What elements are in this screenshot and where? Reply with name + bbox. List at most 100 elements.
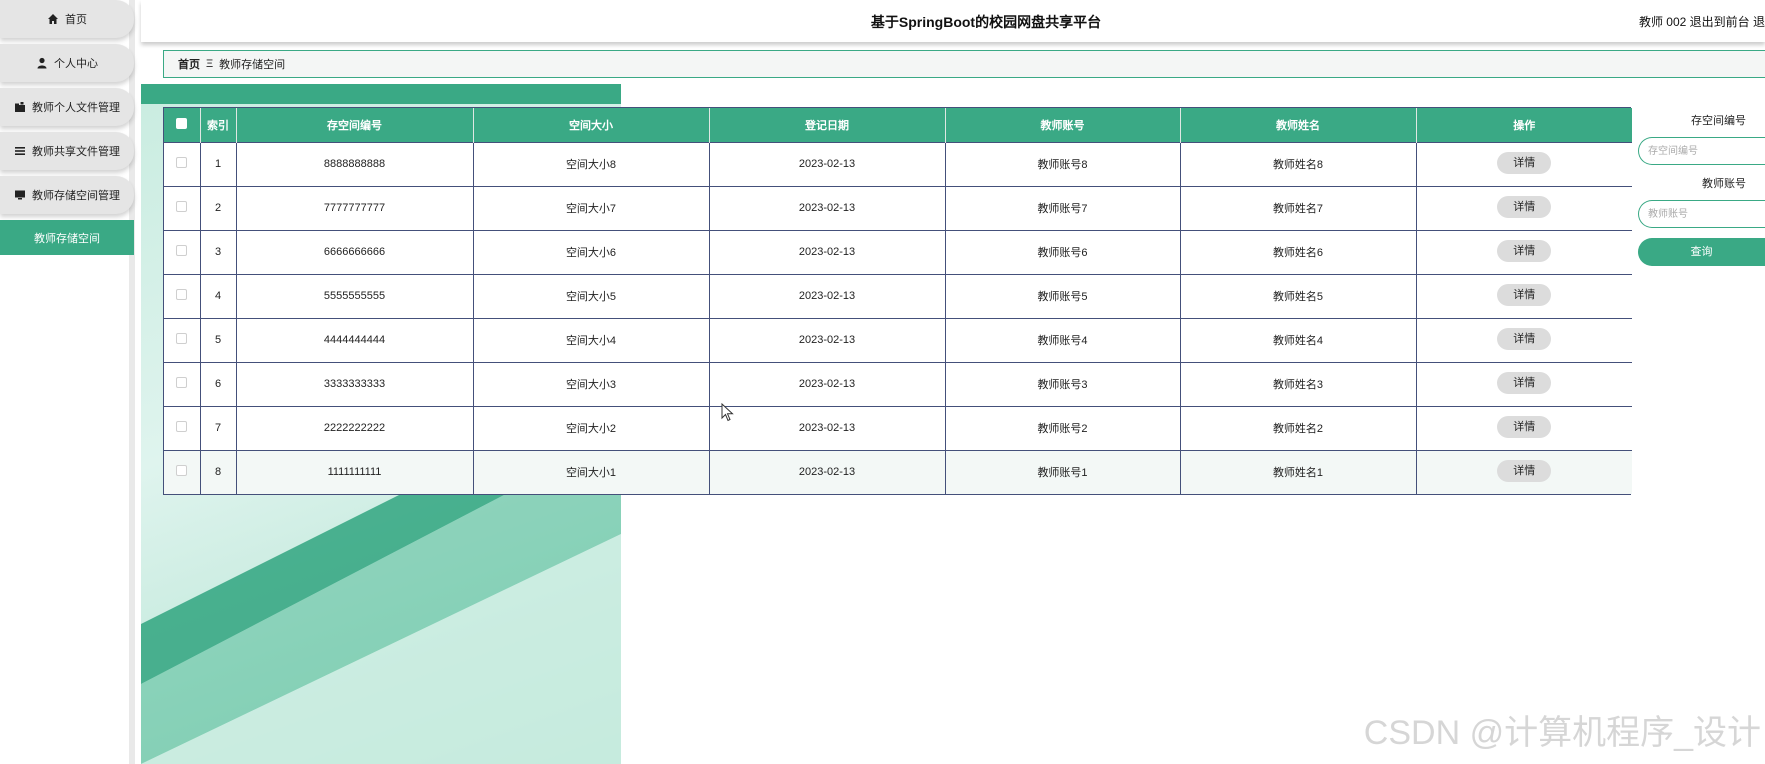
folder-icon — [15, 102, 25, 112]
cell-size: 空间大小8 — [473, 141, 710, 186]
sidebar-item-label: 教师存储空间 — [34, 232, 100, 245]
sidebar-item-label: 个人中心 — [54, 58, 98, 70]
detail-button[interactable]: 详情 — [1497, 415, 1552, 438]
cell-account: 教师账号4 — [945, 317, 1181, 362]
storage-table: 索引 存空间编号 空间大小 登记日期 教师账号 教师姓名 操作 1 888888… — [163, 107, 1632, 495]
cell-date: 2023-02-13 — [709, 361, 946, 406]
cell-index: 6 — [200, 361, 237, 406]
cell-action: 详情 — [1416, 185, 1632, 230]
row-checkbox-cell[interactable] — [164, 273, 201, 318]
header-user-links[interactable]: 教师 002 退出到前台 退 — [1639, 13, 1765, 30]
breadcrumb-separator-icon: Ξ — [206, 58, 214, 70]
account-search-input[interactable] — [1638, 200, 1765, 228]
row-checkbox-cell[interactable] — [164, 449, 201, 494]
row-checkbox[interactable] — [176, 333, 188, 344]
table-row: 2 7777777777 空间大小7 2023-02-13 教师账号7 教师姓名… — [164, 185, 1632, 230]
cell-date: 2023-02-13 — [709, 405, 946, 450]
table-row: 1 8888888888 空间大小8 2023-02-13 教师账号8 教师姓名… — [164, 141, 1632, 186]
cell-name: 教师姓名7 — [1180, 185, 1417, 230]
row-checkbox[interactable] — [176, 421, 188, 432]
cell-code: 5555555555 — [236, 273, 474, 318]
row-checkbox-cell[interactable] — [164, 229, 201, 274]
cell-index: 1 — [200, 141, 237, 186]
table-row: 6 3333333333 空间大小3 2023-02-13 教师账号3 教师姓名… — [164, 361, 1632, 406]
sidebar-item-label: 教师共享文件管理 — [32, 146, 120, 158]
detail-button[interactable]: 详情 — [1497, 283, 1552, 306]
row-checkbox-cell[interactable] — [164, 185, 201, 230]
cell-code: 6666666666 — [236, 229, 474, 274]
row-checkbox-cell[interactable] — [164, 361, 201, 406]
breadcrumb-home[interactable]: 首页 — [178, 56, 200, 72]
sidebar-item-label: 教师存储空间管理 — [32, 190, 120, 202]
cell-size: 空间大小4 — [473, 317, 710, 362]
row-checkbox[interactable] — [176, 289, 188, 300]
code-search-label: 存空间编号 — [1691, 115, 1746, 127]
monitor-icon — [15, 190, 25, 200]
cell-code: 1111111111 — [236, 449, 474, 494]
account-search-label: 教师账号 — [1702, 178, 1746, 190]
cell-size: 空间大小1 — [473, 449, 710, 494]
column-header-account: 教师账号 — [945, 108, 1181, 142]
cell-action: 详情 — [1416, 229, 1632, 274]
cell-code: 8888888888 — [236, 141, 474, 186]
sidebar: 首页 个人中心 教师个人文件管理 教师共享文件管理 教师存储空间管理 教师存储空… — [0, 0, 135, 764]
cell-account: 教师账号3 — [945, 361, 1181, 406]
detail-button[interactable]: 详情 — [1497, 195, 1552, 218]
row-checkbox[interactable] — [176, 377, 188, 388]
sidebar-item-personal-center[interactable]: 个人中心 — [0, 44, 134, 82]
column-header-size: 空间大小 — [473, 108, 710, 142]
list-icon — [15, 147, 25, 155]
row-checkbox[interactable] — [176, 245, 188, 256]
mouse-cursor-icon — [721, 403, 734, 422]
row-checkbox[interactable] — [176, 465, 188, 477]
detail-button[interactable]: 详情 — [1497, 459, 1552, 482]
row-checkbox-cell[interactable] — [164, 405, 201, 450]
cell-name: 教师姓名5 — [1180, 273, 1417, 318]
sidebar-item-shared-files[interactable]: 教师共享文件管理 — [0, 132, 134, 170]
code-search-input[interactable] — [1638, 137, 1765, 165]
row-checkbox[interactable] — [176, 157, 188, 168]
cell-date: 2023-02-13 — [709, 229, 946, 274]
search-button[interactable]: 查询 — [1638, 238, 1765, 266]
detail-button[interactable]: 详情 — [1497, 327, 1552, 350]
cell-date: 2023-02-13 — [709, 141, 946, 186]
site-title: 基于SpringBoot的校园网盘共享平台 — [870, 14, 1102, 30]
cell-name: 教师姓名4 — [1180, 317, 1417, 362]
row-checkbox-cell[interactable] — [164, 317, 201, 362]
sidebar-item-teacher-files[interactable]: 教师个人文件管理 — [0, 88, 134, 126]
detail-button[interactable]: 详情 — [1497, 239, 1552, 262]
table-row: 3 6666666666 空间大小6 2023-02-13 教师账号6 教师姓名… — [164, 229, 1632, 274]
search-panel: 存空间编号 教师账号 查询 — [1638, 112, 1765, 266]
sidebar-item-storage-space[interactable]: 教师存储空间 — [0, 220, 134, 255]
cell-name: 教师姓名8 — [1180, 141, 1417, 186]
sidebar-item-storage-management[interactable]: 教师存储空间管理 — [0, 176, 134, 214]
cell-name: 教师姓名6 — [1180, 229, 1417, 274]
sidebar-item-home[interactable]: 首页 — [0, 0, 134, 38]
cell-index: 4 — [200, 273, 237, 318]
cell-date: 2023-02-13 — [709, 317, 946, 362]
cell-index: 3 — [200, 229, 237, 274]
table-row: 4 5555555555 空间大小5 2023-02-13 教师账号5 教师姓名… — [164, 273, 1632, 318]
detail-button[interactable]: 详情 — [1497, 151, 1552, 174]
column-header-date: 登记日期 — [709, 108, 946, 142]
cell-size: 空间大小6 — [473, 229, 710, 274]
column-header-name: 教师姓名 — [1180, 108, 1417, 142]
cell-code: 2222222222 — [236, 405, 474, 450]
detail-button[interactable]: 详情 — [1497, 371, 1552, 394]
cell-account: 教师账号7 — [945, 185, 1181, 230]
cell-account: 教师账号5 — [945, 273, 1181, 318]
select-all-header[interactable] — [164, 108, 201, 142]
cell-account: 教师账号8 — [945, 141, 1181, 186]
cell-account: 教师账号1 — [945, 449, 1181, 494]
table-row: 8 1111111111 空间大小1 2023-02-13 教师账号1 教师姓名… — [164, 449, 1632, 494]
row-checkbox-cell[interactable] — [164, 141, 201, 186]
top-header: 基于SpringBoot的校园网盘共享平台 教师 002 退出到前台 退 — [141, 0, 1765, 42]
cell-code: 7777777777 — [236, 185, 474, 230]
select-all-checkbox[interactable] — [176, 117, 188, 129]
table-row: 7 2222222222 空间大小2 2023-02-13 教师账号2 教师姓名… — [164, 405, 1632, 450]
row-checkbox[interactable] — [176, 201, 188, 212]
breadcrumb: 首页 Ξ 教师存储空间 — [163, 50, 1765, 78]
table-header-row: 索引 存空间编号 空间大小 登记日期 教师账号 教师姓名 操作 — [164, 108, 1632, 142]
cell-name: 教师姓名2 — [1180, 405, 1417, 450]
cell-index: 8 — [200, 449, 237, 494]
